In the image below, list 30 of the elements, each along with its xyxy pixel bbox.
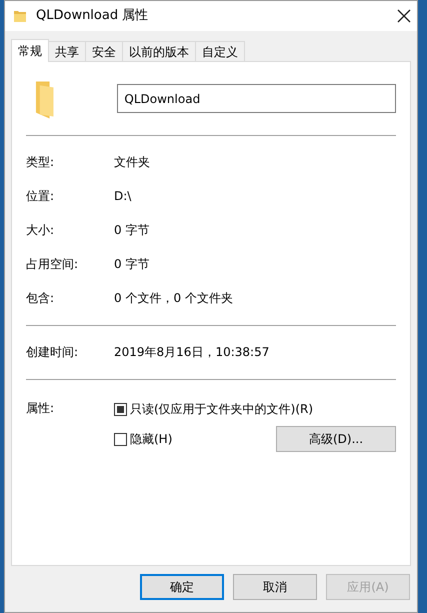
field-value: 文件夹 xyxy=(114,154,150,171)
checkbox[interactable] xyxy=(114,432,127,446)
advanced-button[interactable]: 高级(D)... xyxy=(276,426,396,452)
window-title: QLDownload 属性 xyxy=(36,7,148,26)
tab[interactable]: 以前的版本 xyxy=(123,41,196,62)
field-label: 占用空间: xyxy=(26,256,80,273)
field-label: 属性: xyxy=(26,400,56,417)
field-label: 创建时间: xyxy=(26,344,80,361)
field-label: 包含: xyxy=(26,290,56,307)
tab[interactable]: 常规 xyxy=(11,39,49,62)
field-label: 大小: xyxy=(26,222,56,239)
tab[interactable]: 共享 xyxy=(49,41,86,62)
tab[interactable]: 安全 xyxy=(86,41,123,62)
dialog-button[interactable]: 确定 xyxy=(140,574,224,600)
tab[interactable]: 自定义 xyxy=(196,41,245,62)
close-icon[interactable] xyxy=(397,9,411,23)
field-label: 类型: xyxy=(26,154,56,171)
field-value: 0 个文件，0 个文件夹 xyxy=(114,290,233,307)
field-value: 0 字节 xyxy=(114,222,150,239)
field-label: 位置: xyxy=(26,188,56,205)
checkbox[interactable] xyxy=(114,402,127,416)
field-value: D:\ xyxy=(114,188,132,205)
folder-icon xyxy=(34,78,56,118)
field-value: 2019年8月16日，10:38:57 xyxy=(114,344,270,361)
checkbox-label[interactable]: 隐藏(H) xyxy=(130,430,172,448)
name-field[interactable]: QLDownload xyxy=(117,84,396,113)
dialog-button[interactable]: 取消 xyxy=(233,574,317,600)
folder-icon xyxy=(13,9,27,23)
field-value: 0 字节 xyxy=(114,256,150,273)
checkbox-label[interactable]: 只读(仅应用于文件夹中的文件)(R) xyxy=(130,400,314,418)
